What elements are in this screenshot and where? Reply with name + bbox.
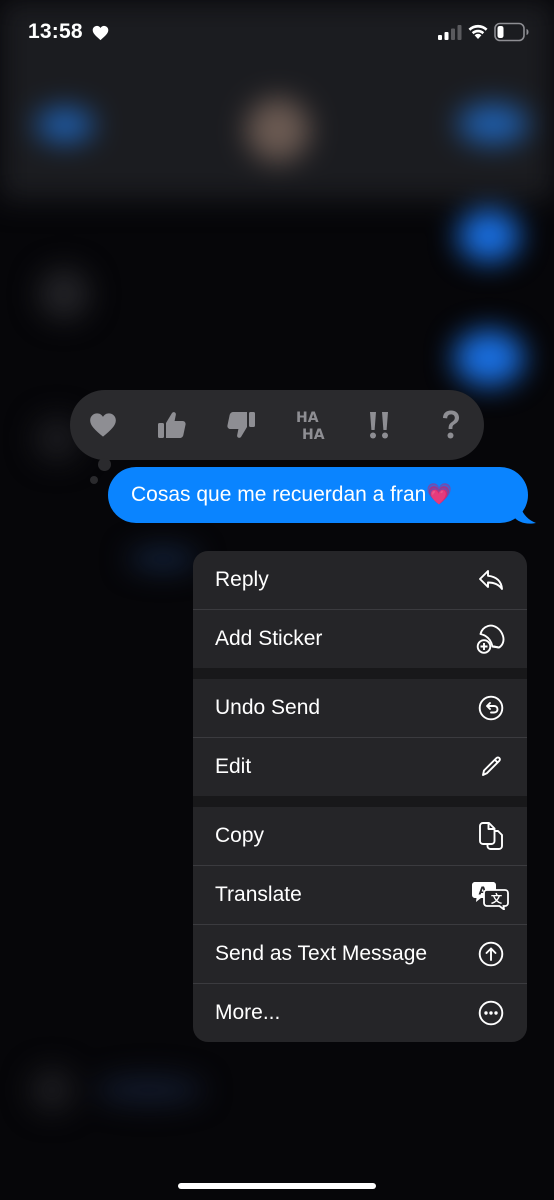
context-menu: Reply Add Sticker Undo Send Edit Copy Tr… (193, 551, 527, 1042)
message-bubble[interactable]: Cosas que me recuerdan a fran💗 (108, 467, 528, 523)
menu-group-divider (193, 668, 527, 679)
menu-item-send-as-text[interactable]: Send as Text Message (193, 925, 527, 983)
battery-icon (494, 22, 529, 42)
menu-item-label: Add Sticker (215, 627, 323, 650)
menu-item-translate[interactable]: Translate A 文 (193, 866, 527, 924)
question-icon (443, 410, 459, 439)
tapback-like[interactable] (152, 404, 192, 446)
svg-text:HA: HA (302, 427, 325, 442)
menu-item-add-sticker[interactable]: Add Sticker (193, 610, 527, 668)
tapback-reaction-bar: HA HA (70, 390, 484, 460)
blurred-video-button (458, 104, 528, 144)
heart-icon (92, 25, 109, 41)
blurred-message-bubble (454, 330, 524, 386)
wifi-icon (468, 24, 488, 39)
screen: 13:58 HA HA Cosas que me recuerdan a fra… (0, 0, 554, 1200)
menu-item-label: Send as Text Message (215, 942, 428, 965)
thumbs-down-icon (227, 412, 255, 438)
blurred-compose-field (94, 1076, 204, 1104)
menu-item-copy[interactable]: Copy (193, 807, 527, 865)
menu-item-reply[interactable]: Reply (193, 551, 527, 609)
menu-item-label: Translate (215, 883, 302, 906)
copy-icon (475, 820, 507, 852)
blurred-message-bubble (458, 210, 520, 262)
heart-icon (90, 413, 116, 437)
tapback-love[interactable] (83, 404, 123, 446)
tapback-tail-dot (98, 458, 111, 471)
svg-text:文: 文 (491, 892, 503, 906)
pencil-icon (475, 751, 507, 783)
blurred-message-bubble (38, 268, 90, 320)
status-time: 13:58 (28, 20, 83, 43)
tapback-tail-dot (90, 476, 98, 484)
arrow-up-circle-icon (475, 938, 507, 970)
blurred-back-button (36, 108, 94, 142)
haha-icon: HA HA (296, 410, 325, 442)
tapback-dislike[interactable] (221, 404, 261, 446)
menu-item-label: Undo Send (215, 696, 321, 719)
blurred-read-receipt (128, 548, 198, 570)
status-bar: 13:58 (0, 0, 554, 64)
menu-item-label: Edit (215, 755, 252, 778)
bubble-tail (514, 501, 536, 524)
menu-item-more[interactable]: More... (193, 984, 527, 1042)
reply-arrow-icon (475, 564, 507, 596)
menu-group-divider (193, 796, 527, 807)
message-text: Cosas que me recuerdan a fran💗 (131, 483, 453, 506)
menu-item-edit[interactable]: Edit (193, 738, 527, 796)
menu-item-label: More... (215, 1001, 281, 1024)
tapback-laugh[interactable]: HA HA (291, 404, 331, 446)
thumbs-up-icon (158, 412, 186, 438)
cellular-signal-icon (438, 25, 462, 40)
sticker-add-icon (475, 623, 507, 655)
home-indicator[interactable] (178, 1183, 376, 1189)
menu-item-label: Reply (215, 568, 269, 591)
svg-text:HA: HA (296, 410, 319, 426)
tapback-emphasize[interactable] (360, 404, 400, 446)
menu-item-undo-send[interactable]: Undo Send (193, 679, 527, 737)
blurred-compose-plus (30, 1068, 74, 1112)
ellipsis-circle-icon (475, 997, 507, 1029)
blurred-contact-avatar (246, 98, 310, 162)
tapback-question[interactable] (431, 404, 471, 446)
translate-icon: A 文 (471, 879, 509, 911)
undo-circle-icon (475, 692, 507, 724)
exclamation-icon (370, 412, 388, 439)
menu-item-label: Copy (215, 824, 265, 847)
